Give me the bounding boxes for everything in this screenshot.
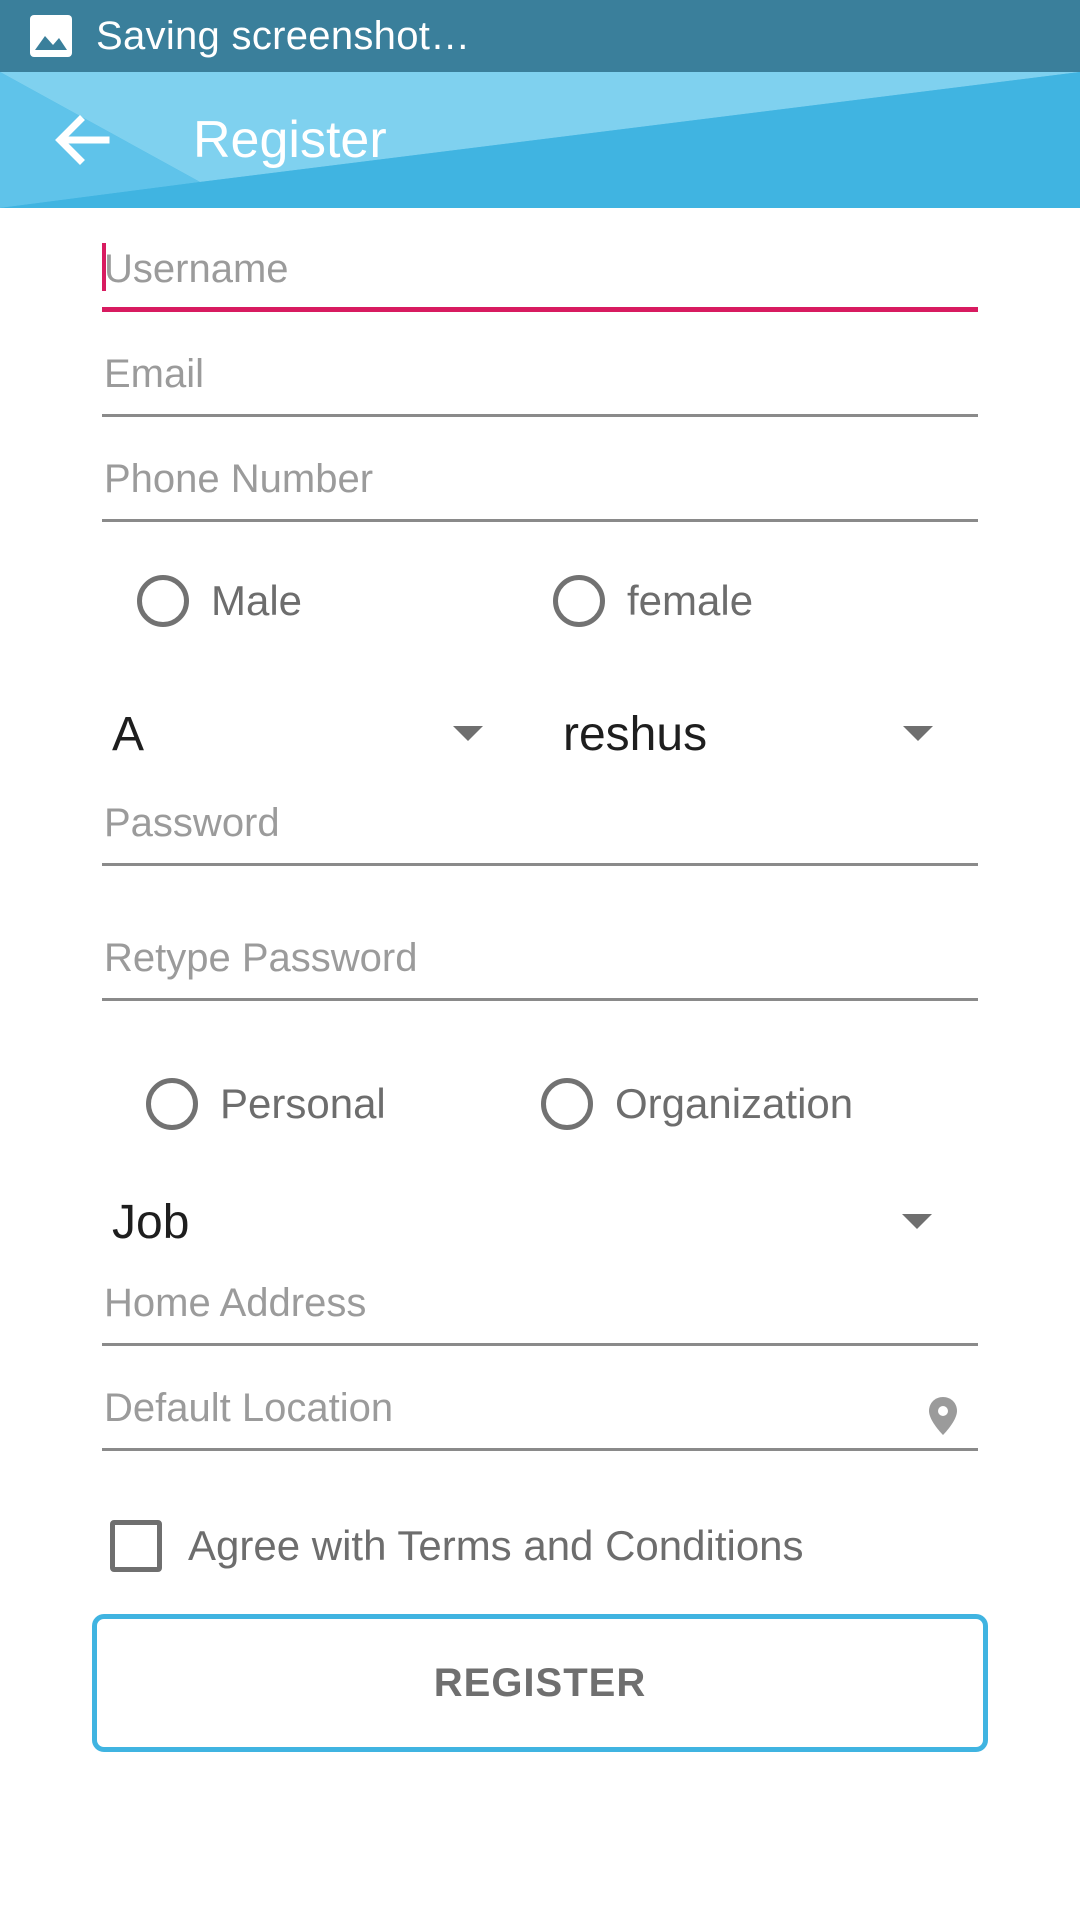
app-bar: Register	[0, 72, 1080, 208]
password-input[interactable]	[102, 797, 978, 849]
dropdown-arrow-icon	[453, 726, 483, 741]
email-underline	[102, 414, 978, 417]
app-bar-decoration	[0, 72, 1080, 208]
default-location-input[interactable]	[102, 1382, 978, 1434]
spinner-left[interactable]: A	[112, 700, 492, 768]
status-bar: Saving screenshot…	[0, 0, 1080, 72]
text-cursor	[102, 243, 106, 291]
retype-password-field	[102, 932, 978, 1001]
radio-organization-label: Organization	[615, 1080, 854, 1127]
back-arrow-icon[interactable]	[50, 108, 114, 172]
username-field	[102, 243, 978, 312]
terms-row[interactable]: Agree with Terms and Conditions	[110, 1520, 804, 1572]
radio-male[interactable]: Male	[137, 575, 302, 627]
retype-password-input[interactable]	[102, 932, 978, 984]
dropdown-arrow-icon	[902, 1214, 932, 1229]
page-title: Register	[193, 111, 387, 169]
home-address-underline	[102, 1343, 978, 1346]
phone-input[interactable]	[102, 453, 978, 505]
password-field	[102, 797, 978, 866]
register-button[interactable]: REGISTER	[92, 1614, 988, 1752]
terms-label: Agree with Terms and Conditions	[188, 1522, 804, 1569]
home-address-input[interactable]	[102, 1277, 978, 1329]
radio-female[interactable]: female	[553, 575, 753, 627]
spinner-right[interactable]: reshus	[563, 700, 943, 768]
username-underline	[102, 307, 978, 312]
radio-organization[interactable]: Organization	[541, 1078, 853, 1130]
default-location-underline	[102, 1448, 978, 1451]
radio-male-label: Male	[211, 577, 303, 624]
email-input[interactable]	[102, 348, 978, 400]
radio-circle[interactable]	[541, 1078, 593, 1130]
job-spinner[interactable]: Job	[112, 1188, 942, 1256]
location-pin-icon[interactable]	[928, 1396, 958, 1441]
password-underline	[102, 863, 978, 866]
phone-field	[102, 453, 978, 522]
job-spinner-value: Job	[112, 1195, 190, 1249]
radio-circle[interactable]	[553, 575, 605, 627]
spinner-left-value: A	[112, 707, 145, 761]
spinner-right-value: reshus	[563, 707, 708, 761]
dropdown-arrow-icon	[903, 726, 933, 741]
radio-circle[interactable]	[146, 1078, 198, 1130]
email-field	[102, 348, 978, 417]
image-icon	[29, 14, 73, 58]
radio-personal-label: Personal	[220, 1080, 386, 1127]
status-text: Saving screenshot…	[96, 13, 471, 58]
home-address-field	[102, 1277, 978, 1346]
default-location-field	[102, 1382, 978, 1451]
radio-circle[interactable]	[137, 575, 189, 627]
radio-female-label: female	[627, 577, 754, 624]
retype-password-underline	[102, 998, 978, 1001]
radio-personal[interactable]: Personal	[146, 1078, 386, 1130]
phone-underline	[102, 519, 978, 522]
terms-checkbox[interactable]	[110, 1520, 162, 1572]
username-input[interactable]	[102, 243, 978, 295]
